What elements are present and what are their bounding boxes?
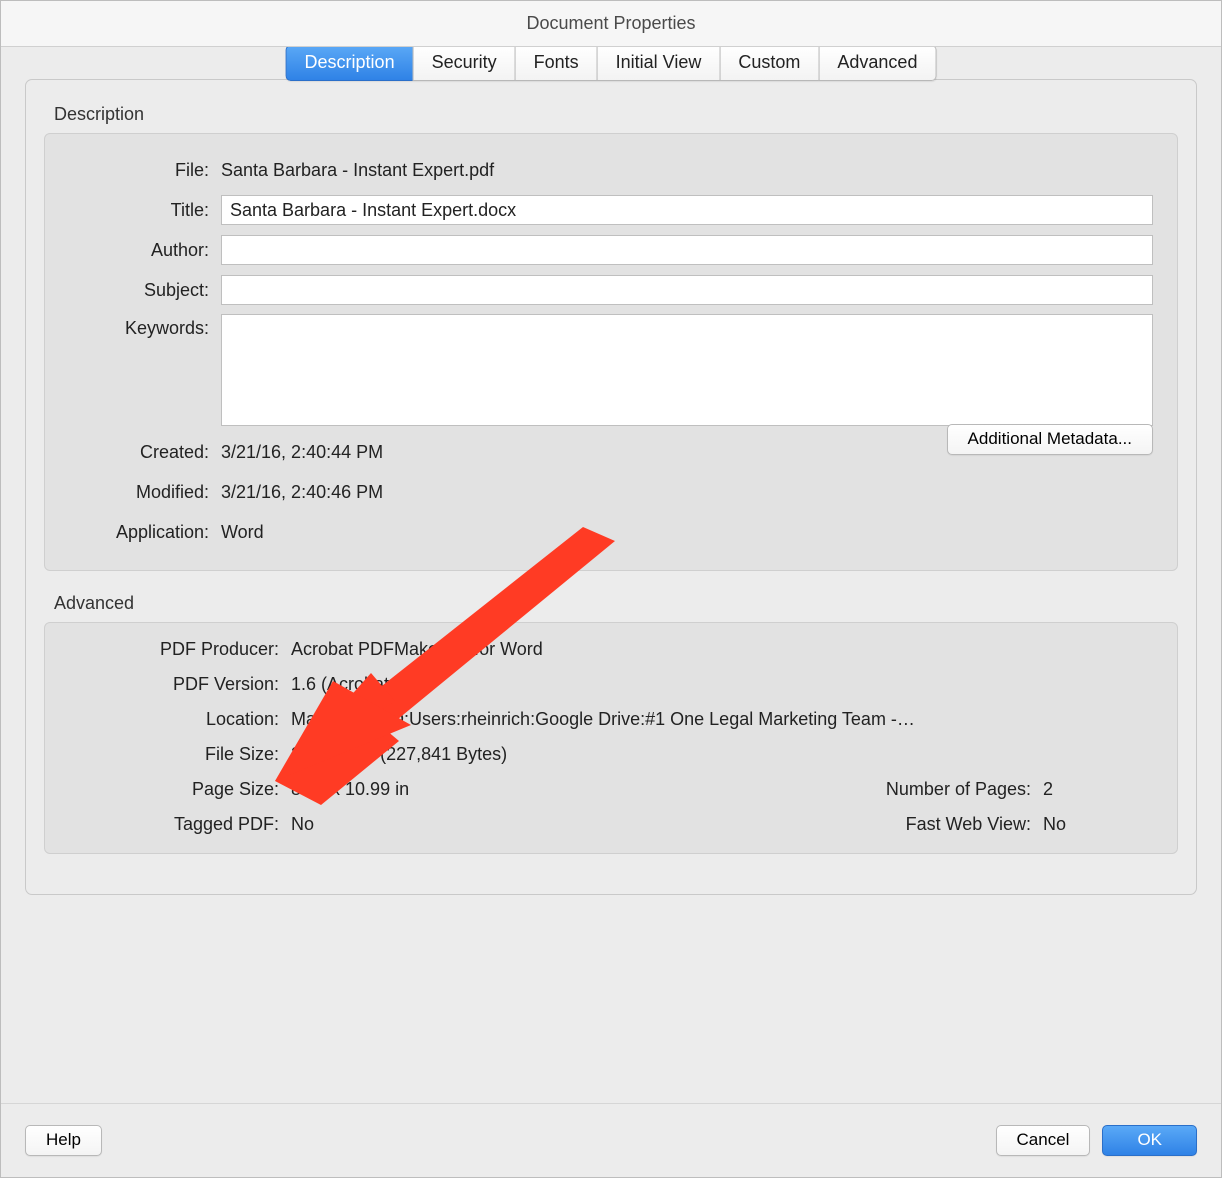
- page-size-value: 8.50 x 10.99 in: [291, 779, 799, 800]
- tab-advanced[interactable]: Advanced: [818, 47, 936, 81]
- num-pages-label: Number of Pages:: [811, 779, 1031, 800]
- keywords-input[interactable]: [221, 314, 1153, 426]
- help-button[interactable]: Help: [25, 1125, 102, 1156]
- ok-button[interactable]: OK: [1102, 1125, 1197, 1156]
- author-label: Author:: [69, 240, 209, 261]
- file-label: File:: [69, 160, 209, 181]
- subject-label: Subject:: [69, 280, 209, 301]
- cancel-button[interactable]: Cancel: [996, 1125, 1091, 1156]
- tab-custom[interactable]: Custom: [719, 47, 818, 81]
- tab-bar: Description Security Fonts Initial View …: [286, 47, 937, 81]
- modified-value: 3/21/16, 2:40:46 PM: [221, 482, 1153, 503]
- fast-web-view-value: No: [1043, 814, 1153, 835]
- advanced-group: Advanced PDF Producer: Acrobat PDFMaker …: [44, 593, 1178, 854]
- description-group-title: Description: [54, 104, 1178, 125]
- tab-description[interactable]: Description: [286, 47, 413, 81]
- modified-label: Modified:: [69, 482, 209, 503]
- keywords-label: Keywords:: [69, 314, 209, 339]
- location-value: Macintosh HD:Users:rheinrich:Google Driv…: [291, 709, 1153, 730]
- pdf-version-value: 1.6 (Acrobat 7.x): [291, 674, 1153, 695]
- file-value: Santa Barbara - Instant Expert.pdf: [221, 160, 1153, 181]
- tagged-pdf-value: No: [291, 814, 799, 835]
- pdf-producer-value: Acrobat PDFMaker 15 for Word: [291, 639, 1153, 660]
- pdf-producer-label: PDF Producer:: [69, 639, 279, 660]
- document-properties-window: Document Properties Description Security…: [0, 0, 1222, 1178]
- advanced-group-title: Advanced: [54, 593, 1178, 614]
- application-value: Word: [221, 522, 1153, 543]
- tagged-pdf-label: Tagged PDF:: [69, 814, 279, 835]
- subject-input[interactable]: [221, 275, 1153, 305]
- tab-initial-view[interactable]: Initial View: [597, 47, 720, 81]
- tab-fonts[interactable]: Fonts: [515, 47, 597, 81]
- title-label: Title:: [69, 200, 209, 221]
- dialog-footer: Help Cancel OK: [1, 1103, 1221, 1177]
- description-group: Description File: Santa Barbara - Instan…: [44, 104, 1178, 571]
- title-input[interactable]: [221, 195, 1153, 225]
- advanced-group-body: PDF Producer: Acrobat PDFMaker 15 for Wo…: [44, 622, 1178, 854]
- location-label: Location:: [69, 709, 279, 730]
- fast-web-view-label: Fast Web View:: [811, 814, 1031, 835]
- properties-panel: Description File: Santa Barbara - Instan…: [25, 79, 1197, 895]
- application-label: Application:: [69, 522, 209, 543]
- window-title: Document Properties: [526, 13, 695, 34]
- file-size-value: 222.50 KB (227,841 Bytes): [291, 744, 1153, 765]
- description-group-body: File: Santa Barbara - Instant Expert.pdf…: [44, 133, 1178, 571]
- num-pages-value: 2: [1043, 779, 1153, 800]
- content-area: Description Security Fonts Initial View …: [1, 47, 1221, 1103]
- file-size-label: File Size:: [69, 744, 279, 765]
- titlebar: Document Properties: [1, 1, 1221, 47]
- page-size-label: Page Size:: [69, 779, 279, 800]
- additional-metadata-button[interactable]: Additional Metadata...: [947, 424, 1153, 455]
- created-label: Created:: [69, 442, 209, 463]
- pdf-version-label: PDF Version:: [69, 674, 279, 695]
- author-input[interactable]: [221, 235, 1153, 265]
- tab-security[interactable]: Security: [413, 47, 515, 81]
